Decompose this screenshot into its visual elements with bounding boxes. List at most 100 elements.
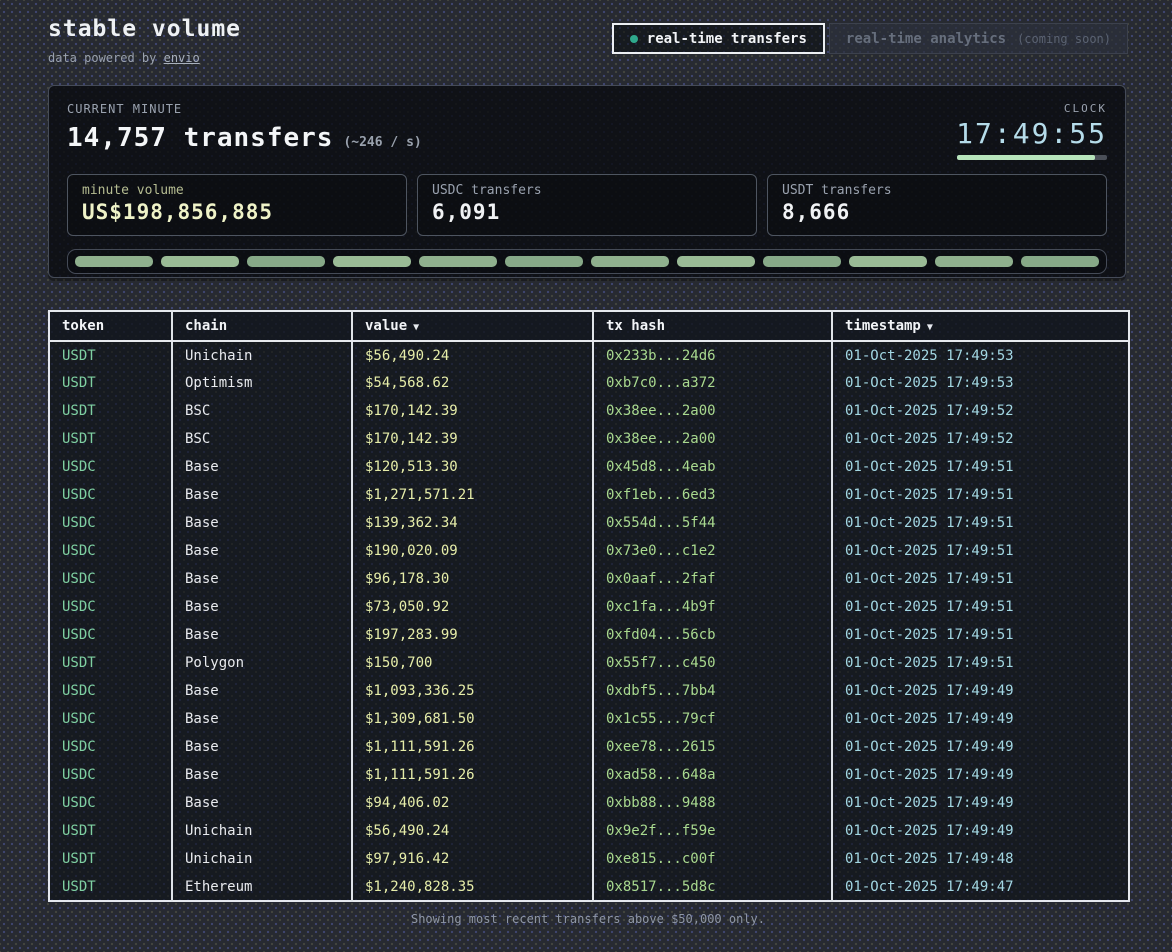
coming-soon-note: (coming soon): [1017, 32, 1111, 46]
timestamp-cell: 01-Oct-2025 17:49:52: [832, 397, 1129, 425]
tx-hash-link[interactable]: 0x8517...5d8c: [593, 873, 832, 901]
table-row: USDC Base $96,178.30 0x0aaf...2faf 01-Oc…: [49, 565, 1129, 593]
tx-hash-link[interactable]: 0xc1fa...4b9f: [593, 593, 832, 621]
chain-cell: Base: [172, 565, 352, 593]
chain-cell: Base: [172, 789, 352, 817]
volume-segment: [333, 256, 411, 267]
tx-hash-link[interactable]: 0x45d8...4eab: [593, 453, 832, 481]
timestamp-cell: 01-Oct-2025 17:49:49: [832, 677, 1129, 705]
chain-cell: Base: [172, 481, 352, 509]
column-label: token: [62, 318, 104, 334]
chain-cell: Unichain: [172, 845, 352, 873]
timestamp-cell: 01-Oct-2025 17:49:49: [832, 705, 1129, 733]
table-header-row: token chain value▼ tx hash timestamp▼: [49, 311, 1129, 341]
chain-cell: Base: [172, 621, 352, 649]
tx-hash-link[interactable]: 0x0aaf...2faf: [593, 565, 832, 593]
tx-hash-link[interactable]: 0x233b...24d6: [593, 341, 832, 369]
current-minute-panel: CURRENT MINUTE 14,757 transfers (~246 / …: [48, 85, 1126, 278]
tx-hash-link[interactable]: 0x1c55...79cf: [593, 705, 832, 733]
timestamp-cell: 01-Oct-2025 17:49:48: [832, 845, 1129, 873]
transfer-count: 14,757 transfers: [67, 123, 333, 153]
tab-bar: real-time transfers real-time analytics …: [612, 23, 1128, 54]
volume-segment: [161, 256, 239, 267]
chain-cell: Base: [172, 537, 352, 565]
table-row: USDC Base $139,362.34 0x554d...5f44 01-O…: [49, 509, 1129, 537]
top-bar: stable volume data powered by envio real…: [48, 16, 1128, 65]
token-cell: USDC: [49, 565, 172, 593]
minute-progress-track: [957, 155, 1107, 160]
tx-hash-link[interactable]: 0x38ee...2a00: [593, 397, 832, 425]
stat-label: USDC transfers: [432, 183, 742, 198]
table-row: USDT Ethereum $1,240,828.35 0x8517...5d8…: [49, 873, 1129, 901]
stat-value: US$198,856,885: [82, 200, 392, 224]
tx-hash-link[interactable]: 0x9e2f...f59e: [593, 817, 832, 845]
stats-row: minute volume US$198,856,885 USDC transf…: [67, 174, 1107, 236]
sort-desc-icon: ▼: [413, 322, 419, 333]
table-row: USDT Optimism $54,568.62 0xb7c0...a372 0…: [49, 369, 1129, 397]
tab-real-time-analytics[interactable]: real-time analytics (coming soon): [829, 23, 1128, 54]
table-row: USDC Base $1,309,681.50 0x1c55...79cf 01…: [49, 705, 1129, 733]
value-cell: $150,700: [352, 649, 593, 677]
timestamp-cell: 01-Oct-2025 17:49:51: [832, 649, 1129, 677]
table-header: token chain value▼ tx hash timestamp▼: [49, 311, 1129, 341]
minute-progress-fill: [957, 155, 1095, 160]
table-row: USDC Base $190,020.09 0x73e0...c1e2 01-O…: [49, 537, 1129, 565]
volume-segment: [247, 256, 325, 267]
token-cell: USDT: [49, 425, 172, 453]
token-cell: USDC: [49, 789, 172, 817]
value-cell: $56,490.24: [352, 341, 593, 369]
chain-cell: Ethereum: [172, 873, 352, 901]
tx-hash-link[interactable]: 0xad58...648a: [593, 761, 832, 789]
tx-hash-link[interactable]: 0xdbf5...7bb4: [593, 677, 832, 705]
timestamp-cell: 01-Oct-2025 17:49:49: [832, 817, 1129, 845]
column-header-value[interactable]: value▼: [352, 311, 593, 341]
column-header-timestamp[interactable]: timestamp▼: [832, 311, 1129, 341]
tx-hash-link[interactable]: 0xf1eb...6ed3: [593, 481, 832, 509]
transfers-heading: 14,757 transfers (~246 / s): [67, 123, 422, 153]
value-cell: $1,111,591.26: [352, 761, 593, 789]
volume-segment: [1021, 256, 1099, 267]
tx-hash-link[interactable]: 0x55f7...c450: [593, 649, 832, 677]
volume-segment: [935, 256, 1013, 267]
tx-hash-link[interactable]: 0xe815...c00f: [593, 845, 832, 873]
tx-hash-link[interactable]: 0x554d...5f44: [593, 509, 832, 537]
tx-hash-link[interactable]: 0xb7c0...a372: [593, 369, 832, 397]
token-cell: USDT: [49, 369, 172, 397]
timestamp-cell: 01-Oct-2025 17:49:51: [832, 565, 1129, 593]
chain-cell: Unichain: [172, 817, 352, 845]
volume-segment-bar: [67, 249, 1107, 274]
table-row: USDC Base $197,283.99 0xfd04...56cb 01-O…: [49, 621, 1129, 649]
tx-hash-link[interactable]: 0xee78...2615: [593, 733, 832, 761]
token-cell: USDC: [49, 621, 172, 649]
timestamp-cell: 01-Oct-2025 17:49:47: [832, 873, 1129, 901]
tx-hash-link[interactable]: 0x73e0...c1e2: [593, 537, 832, 565]
envio-link[interactable]: envio: [164, 51, 200, 65]
value-cell: $1,271,571.21: [352, 481, 593, 509]
tx-hash-link[interactable]: 0xfd04...56cb: [593, 621, 832, 649]
token-cell: USDC: [49, 509, 172, 537]
table-row: USDC Base $1,093,336.25 0xdbf5...7bb4 01…: [49, 677, 1129, 705]
token-cell: USDC: [49, 705, 172, 733]
token-cell: USDC: [49, 733, 172, 761]
table-row: USDC Base $120,513.30 0x45d8...4eab 01-O…: [49, 453, 1129, 481]
clock-time: 17:49:55: [956, 117, 1107, 150]
column-header-token[interactable]: token: [49, 311, 172, 341]
timestamp-cell: 01-Oct-2025 17:49:52: [832, 425, 1129, 453]
token-cell: USDC: [49, 761, 172, 789]
timestamp-cell: 01-Oct-2025 17:49:51: [832, 621, 1129, 649]
chain-cell: Base: [172, 593, 352, 621]
column-header-chain[interactable]: chain: [172, 311, 352, 341]
value-cell: $1,093,336.25: [352, 677, 593, 705]
chain-cell: Unichain: [172, 341, 352, 369]
timestamp-cell: 01-Oct-2025 17:49:49: [832, 789, 1129, 817]
tx-hash-link[interactable]: 0xbb88...9488: [593, 789, 832, 817]
token-cell: USDC: [49, 593, 172, 621]
tab-label: real-time transfers: [647, 31, 807, 47]
current-minute-label: CURRENT MINUTE: [67, 102, 422, 116]
tx-hash-link[interactable]: 0x38ee...2a00: [593, 425, 832, 453]
column-header-tx-hash[interactable]: tx hash: [593, 311, 832, 341]
tab-label: real-time analytics: [846, 31, 1006, 47]
value-cell: $190,020.09: [352, 537, 593, 565]
tab-real-time-transfers[interactable]: real-time transfers: [612, 23, 825, 54]
chain-cell: Base: [172, 509, 352, 537]
